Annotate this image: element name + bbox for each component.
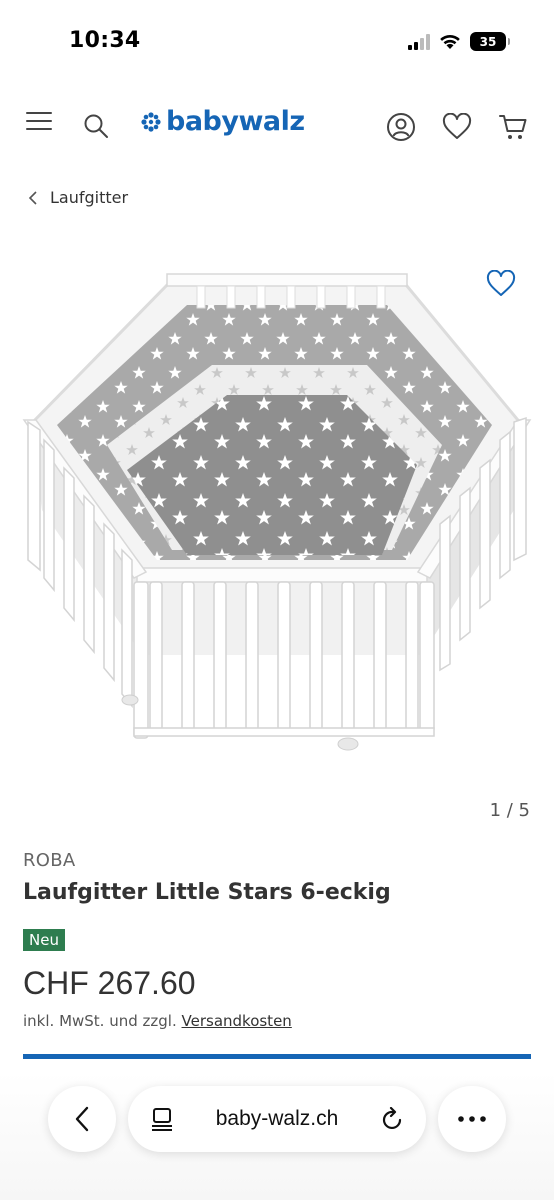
babywalz-logo[interactable]: babywalz: [140, 106, 305, 137]
logo-flower-icon: [141, 111, 161, 132]
chevron-left-icon: [75, 1106, 89, 1132]
shipping-costs-link[interactable]: Versandkosten: [182, 1012, 292, 1030]
product-title: Laufgitter Little Stars 6-eckig: [23, 880, 391, 905]
status-icons: 35: [408, 32, 510, 51]
status-bar: 10:34 35: [0, 0, 554, 84]
image-counter: 1 / 5: [489, 800, 530, 821]
new-badge: Neu: [23, 929, 65, 951]
product-brand[interactable]: ROBA: [23, 850, 76, 871]
breadcrumb-label: Laufgitter: [50, 188, 129, 207]
cellular-signal-icon: [408, 33, 430, 50]
search-icon[interactable]: [82, 112, 110, 140]
browser-toolbar: baby-walz.ch: [0, 1072, 554, 1200]
user-icon[interactable]: [386, 112, 416, 142]
battery-icon: 35: [470, 32, 510, 51]
product-price: CHF 267.60: [23, 965, 196, 1001]
wishlist-heart-icon[interactable]: [486, 269, 516, 300]
reload-icon[interactable]: [380, 1107, 404, 1131]
status-time: 10:34: [69, 28, 141, 53]
wifi-icon: [440, 34, 460, 49]
heart-icon[interactable]: [442, 112, 472, 140]
address-bar[interactable]: baby-walz.ch: [128, 1086, 426, 1152]
reader-mode-icon[interactable]: [150, 1107, 174, 1131]
more-icon: [458, 1116, 486, 1122]
product-image[interactable]: [22, 260, 532, 760]
menu-icon[interactable]: [26, 110, 52, 132]
chevron-left-icon: [28, 190, 37, 205]
cart-icon[interactable]: [498, 112, 528, 142]
back-button[interactable]: [48, 1086, 116, 1152]
tax-note: inkl. MwSt. und zzgl. Versandkosten: [23, 1012, 292, 1030]
breadcrumb[interactable]: Laufgitter: [28, 188, 128, 207]
logo-text: babywalz: [166, 106, 305, 137]
url-text: baby-walz.ch: [215, 1107, 339, 1130]
tax-note-text: inkl. MwSt. und zzgl.: [23, 1012, 177, 1030]
more-options-button[interactable]: [438, 1086, 506, 1152]
site-header: babywalz: [0, 92, 554, 162]
divider: [23, 1054, 531, 1059]
